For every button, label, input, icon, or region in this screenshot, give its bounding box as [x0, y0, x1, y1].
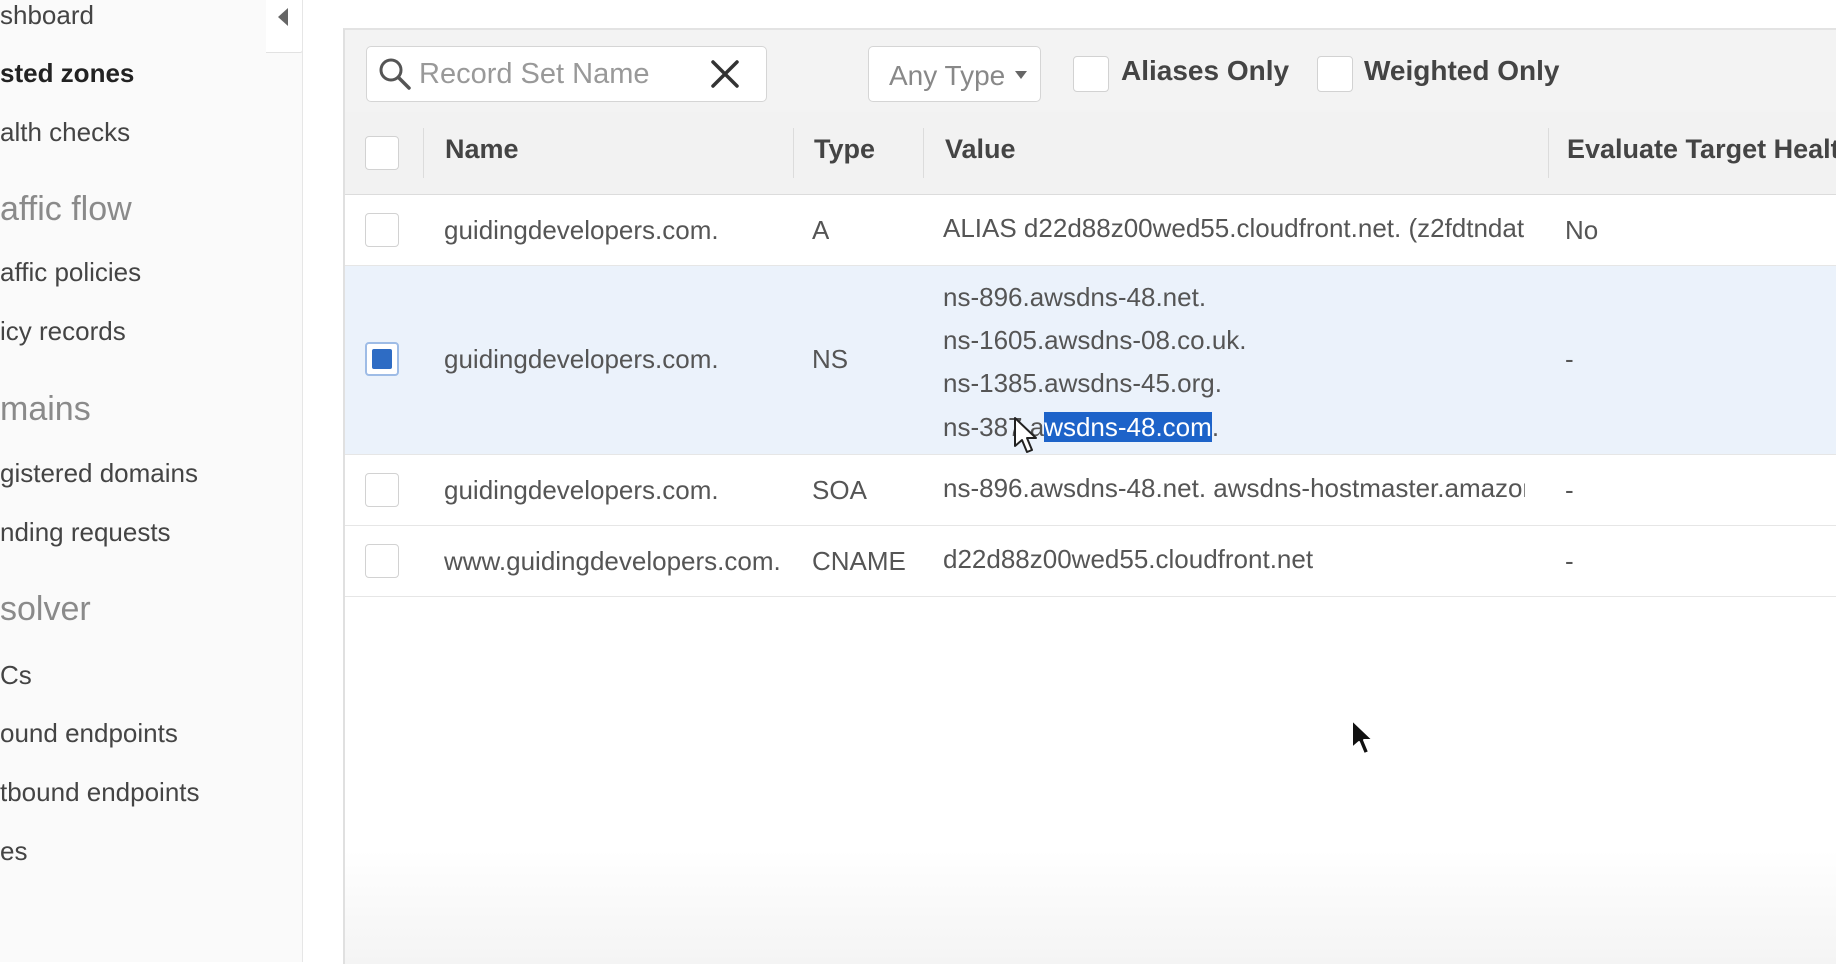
record-value: d22d88z00wed55.cloudfront.net [943, 544, 1314, 574]
sidebar-item-pending-requests[interactable]: nding requests [0, 517, 171, 548]
record-type: SOA [812, 475, 867, 505]
sidebar-item-vpcs[interactable]: Cs [0, 660, 32, 691]
column-divider [923, 128, 924, 178]
record-type-select[interactable]: Any Type [868, 46, 1041, 102]
select-all-checkbox[interactable] [365, 136, 399, 170]
sidebar-item-hosted-zones[interactable]: sted zones [0, 58, 134, 89]
column-divider [793, 128, 794, 178]
record-evaluate-health: - [1565, 475, 1574, 505]
column-header-type[interactable]: Type [814, 134, 875, 165]
chevron-left-icon [278, 8, 288, 26]
sidebar-section-traffic-flow: affic flow [0, 190, 132, 228]
record-value-line: ns-1385.awsdns-45.org. [943, 368, 1222, 398]
weighted-only-label[interactable]: Weighted Only [1364, 55, 1560, 87]
sidebar-item-inbound-endpoints[interactable]: ound endpoints [0, 718, 178, 749]
sidebar-item-outbound-endpoints[interactable]: tbound endpoints [0, 777, 200, 808]
record-name: guidingdevelopers.com. [444, 215, 719, 245]
aliases-only-checkbox[interactable] [1073, 56, 1109, 92]
record-evaluate-health: - [1565, 546, 1574, 576]
sidebar-item-traffic-policies[interactable]: affic policies [0, 257, 141, 288]
column-header-value[interactable]: Value [945, 134, 1016, 165]
record-evaluate-health: No [1565, 215, 1599, 245]
row-checkbox-checked[interactable] [365, 342, 399, 376]
row-checkbox[interactable] [365, 544, 399, 578]
value-text: ns-387.a [943, 412, 1045, 442]
record-name: guidingdevelopers.com. [444, 475, 719, 505]
row-checkbox[interactable] [365, 473, 399, 507]
table-row[interactable]: guidingdevelopers.com. SOA ns-896.awsdns… [345, 455, 1836, 526]
record-value-line: ns-1605.awsdns-08.co.uk. [943, 325, 1247, 355]
sidebar-item-registered-domains[interactable]: gistered domains [0, 458, 198, 489]
record-name: www.guidingdevelopers.com. [444, 546, 781, 576]
record-type: NS [812, 344, 849, 374]
weighted-only-checkbox[interactable] [1317, 56, 1353, 92]
column-header-name[interactable]: Name [445, 134, 519, 165]
search-input[interactable] [417, 55, 701, 93]
record-type: CNAME [812, 546, 906, 576]
sidebar-section-domains: mains [0, 390, 91, 428]
filter-toolbar: Any Type Aliases Only Weighted Only [345, 30, 1836, 113]
record-value: ALIAS d22d88z00wed55.cloudfront.net. (z2… [943, 213, 1525, 243]
record-type: A [812, 215, 830, 245]
column-header-evaluate-target-health[interactable]: Evaluate Target Health [1567, 134, 1836, 165]
record-sets-panel: Any Type Aliases Only Weighted Only Name… [343, 28, 1836, 964]
value-text: . [1211, 412, 1220, 442]
row-checkbox[interactable] [365, 213, 399, 247]
table-header: Name Type Value Evaluate Target Health [345, 112, 1836, 195]
close-icon[interactable] [707, 56, 743, 92]
sidebar-collapse-button[interactable] [266, 0, 302, 53]
table-row[interactable]: www.guidingdevelopers.com. CNAME d22d88z… [345, 526, 1836, 597]
table-empty-area [345, 850, 1836, 964]
selected-text-highlight: wsdns-48.com [1044, 412, 1212, 442]
sidebar-item-rules[interactable]: es [0, 836, 27, 867]
sidebar-nav: shboard sted zones alth checks affic flo… [0, 0, 303, 962]
sidebar-section-resolver: solver [0, 590, 91, 628]
column-divider [1548, 128, 1549, 178]
sidebar-item-policy-records[interactable]: icy records [0, 316, 126, 347]
aliases-only-label[interactable]: Aliases Only [1121, 55, 1289, 87]
record-name: guidingdevelopers.com. [444, 344, 719, 374]
record-value-line: ns-387.awsdns-48.com. [943, 409, 1219, 445]
record-type-select-value: Any Type [889, 60, 1006, 91]
caret-down-icon [1015, 71, 1027, 79]
sidebar-item-dashboard[interactable]: shboard [0, 0, 94, 31]
table-row[interactable]: guidingdevelopers.com. A ALIAS d22d88z00… [345, 195, 1836, 266]
record-evaluate-health: - [1565, 344, 1574, 374]
table-row-selected[interactable]: guidingdevelopers.com. NS ns-896.awsdns-… [345, 266, 1836, 455]
search-box[interactable] [366, 46, 767, 102]
sidebar-item-health-checks[interactable]: alth checks [0, 117, 130, 148]
search-icon [379, 58, 411, 90]
record-value-line: ns-896.awsdns-48.net. [943, 282, 1207, 312]
column-divider [423, 128, 424, 178]
record-value: ns-896.awsdns-48.net. awsdns-hostmaster.… [943, 473, 1525, 503]
